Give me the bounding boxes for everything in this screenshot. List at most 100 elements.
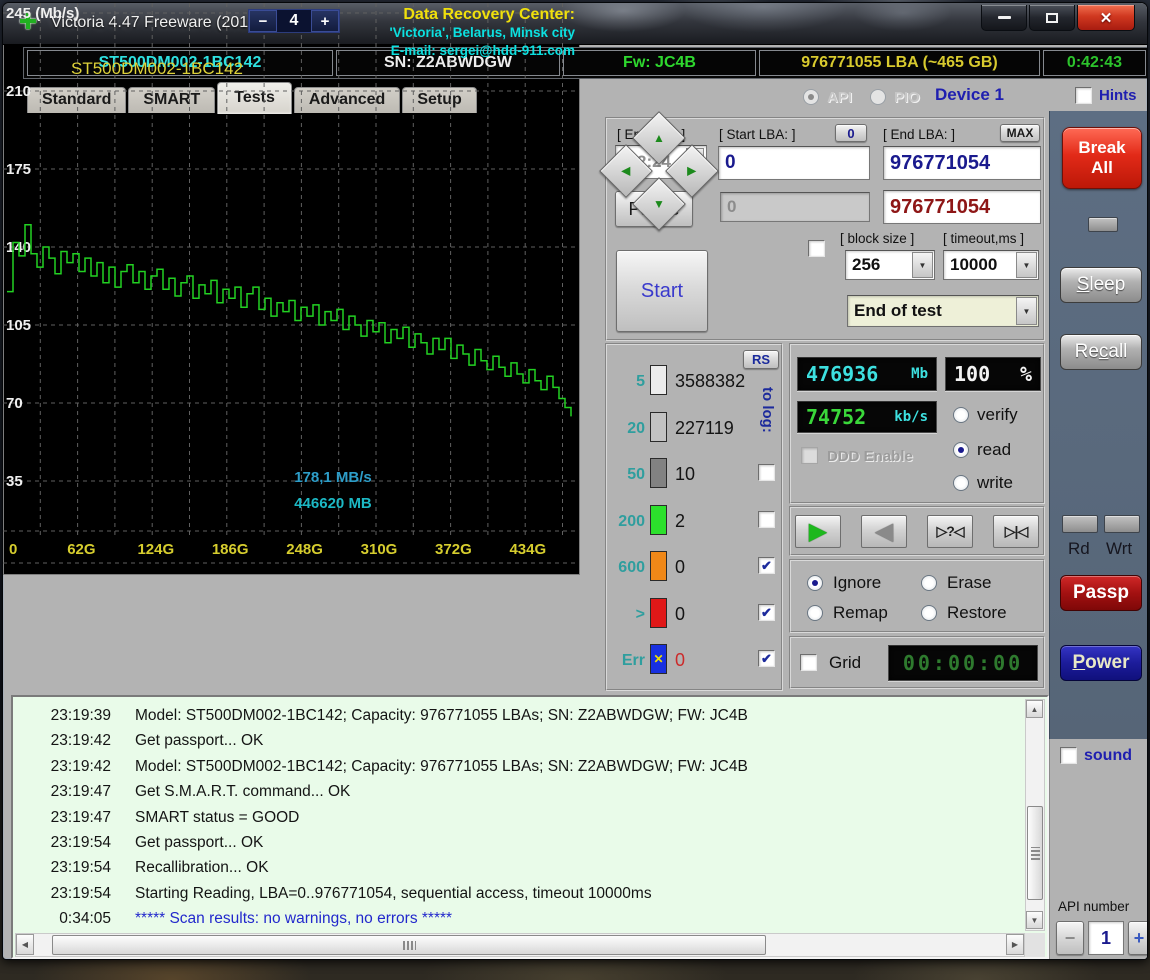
start-lba-field[interactable]: 0 (718, 146, 870, 180)
after-test-action-value: End of test (848, 301, 1015, 321)
log-vertical-scrollbar[interactable]: ▲ ▼ (1025, 699, 1045, 931)
erase-radio[interactable] (921, 575, 937, 591)
max-lba-button[interactable]: MAX (1000, 124, 1040, 142)
timer-value: 00:00:00 (903, 651, 1023, 675)
rewind-icon: ◀ (875, 520, 893, 544)
dropdown-arrow-icon[interactable]: ▼ (1016, 297, 1037, 325)
check-icon: ✔ (761, 606, 772, 619)
scroll-left-button[interactable]: ◀ (16, 934, 34, 955)
power-button[interactable]: Power (1060, 645, 1142, 681)
api-number-plus-button[interactable]: + (1128, 921, 1148, 955)
stat-color-swatch (650, 458, 667, 488)
dropdown-arrow-icon[interactable]: ▼ (912, 252, 933, 278)
remaining-lba-field: 976771054 (883, 190, 1041, 224)
scan-random-button[interactable]: ▷?◁ (927, 515, 973, 548)
defect-action-group: Ignore Erase Remap Restore (789, 559, 1045, 633)
svg-text:434G: 434G (509, 541, 546, 558)
timeout-select[interactable]: 10000 ▼ (943, 250, 1039, 280)
ddd-enable-label: DDD Enable (827, 448, 913, 465)
verify-radio[interactable] (953, 407, 969, 423)
block-size-select[interactable]: 256 ▼ (845, 250, 935, 280)
dropdown-arrow-icon[interactable]: ▼ (1016, 252, 1037, 278)
sleep-button[interactable]: Sleep (1060, 267, 1142, 303)
log-text-area[interactable]: 23:19:39Model: ST500DM002-1BC142; Capaci… (15, 699, 1025, 931)
ignore-radio[interactable] (807, 575, 823, 591)
bottom-right-panel: sound API number − 1 + (1049, 739, 1148, 960)
close-button[interactable]: ✕ (1077, 5, 1135, 31)
minimize-button[interactable] (981, 5, 1027, 31)
sound-checkbox[interactable] (1060, 747, 1077, 764)
grid-checkbox[interactable] (800, 654, 817, 671)
vertical-scroll-thumb[interactable] (1027, 806, 1043, 900)
log-timestamp: 23:19:42 (25, 732, 111, 750)
play-icon: ▶ (809, 520, 827, 544)
erase-label: Erase (947, 573, 991, 593)
stat-log-checkbox[interactable] (758, 464, 775, 481)
api-number-minus-button[interactable]: − (1056, 921, 1084, 955)
stat-log-checkbox[interactable]: ✔ (758, 557, 775, 574)
end-lba-field[interactable]: 976771054 (883, 146, 1041, 180)
scroll-right-button[interactable]: ▶ (1006, 934, 1024, 955)
pio-radio[interactable] (870, 89, 886, 105)
ignore-label: Ignore (833, 573, 881, 593)
log-message: Get S.M.A.R.T. command... OK (135, 783, 350, 801)
scroll-right-icon: ▶ (1012, 940, 1018, 949)
stat-color-swatch: ✕ (650, 644, 667, 674)
svg-text:124G: 124G (137, 541, 174, 558)
start-button[interactable]: Start (616, 250, 708, 332)
scroll-up-button[interactable]: ▲ (1026, 700, 1043, 718)
stat-count: 0 (675, 604, 685, 625)
recall-label-rest: all (1108, 341, 1127, 363)
start-lba-zero-button[interactable]: 0 (835, 124, 867, 142)
log-horizontal-scrollbar[interactable]: ◀ ▶ (15, 933, 1025, 957)
stat-log-checkbox[interactable]: ✔ (758, 604, 775, 621)
log-entry: 23:19:47SMART status = GOOD (15, 809, 1025, 834)
scan-backward-button[interactable]: ◀ (861, 515, 907, 548)
scan-butterfly-button[interactable]: ▷|◁ (993, 515, 1039, 548)
stat-log-checkbox[interactable]: ✔ (758, 650, 775, 667)
position-value: 476936 (806, 362, 878, 386)
log-message: Get passport... OK (135, 834, 263, 852)
power-label-rest: ower (1085, 652, 1129, 674)
horizontal-scroll-thumb[interactable] (52, 935, 766, 955)
break-all-button[interactable]: Break All (1062, 127, 1142, 189)
graph-zoom-out-button[interactable]: − (249, 10, 277, 32)
stat-row: Err✕0✔ (607, 644, 781, 686)
passport-button[interactable]: Passp (1060, 575, 1142, 611)
rd-led-label: Rd (1068, 539, 1090, 559)
api-radio[interactable] (803, 89, 819, 105)
remap-radio[interactable] (807, 605, 823, 621)
pad-option-checkbox[interactable] (808, 240, 825, 257)
busy-led (1088, 217, 1118, 232)
left-arrow-icon: ◀ (621, 165, 630, 177)
scroll-down-button[interactable]: ▼ (1026, 911, 1043, 929)
stat-row: 600 0 ✔ (607, 551, 781, 593)
timeout-value: 10000 (944, 255, 1015, 275)
app-window: ✚ Victoria 4.47 Freeware (2013-02-20) ✕ … (2, 2, 1148, 960)
stat-threshold-label: 600 (609, 559, 645, 577)
hints-checkbox[interactable] (1075, 87, 1092, 104)
recall-button[interactable]: Recall (1060, 334, 1142, 370)
log-message: Starting Reading, LBA=0..976771054, sequ… (135, 885, 652, 903)
elapsed-timer-lcd: 00:00:00 (888, 645, 1038, 681)
restore-radio[interactable] (921, 605, 937, 621)
break-all-line1: Break (1078, 138, 1125, 158)
stat-log-checkbox[interactable] (758, 511, 775, 528)
after-test-action-select[interactable]: End of test ▼ (847, 295, 1039, 327)
minimize-icon (998, 16, 1011, 19)
scan-forward-button[interactable]: ▶ (795, 515, 841, 548)
log-entry: 23:19:54Get passport... OK (15, 834, 1025, 859)
stat-row: 53588382 (607, 365, 781, 407)
stat-row: >0 ✔ (607, 598, 781, 640)
log-timestamp: 23:19:42 (25, 758, 111, 776)
log-timestamp: 23:19:47 (25, 783, 111, 801)
stat-threshold-label: > (609, 606, 645, 624)
api-number-field[interactable]: 1 (1088, 921, 1124, 955)
position-lcd: 476936 Mb (797, 357, 937, 391)
stat-threshold-label: Err (609, 652, 645, 670)
read-radio[interactable] (953, 442, 969, 458)
stat-count: 0 (675, 557, 685, 578)
check-icon: ✔ (761, 652, 772, 665)
maximize-button[interactable] (1029, 5, 1075, 31)
write-radio[interactable] (953, 475, 969, 491)
